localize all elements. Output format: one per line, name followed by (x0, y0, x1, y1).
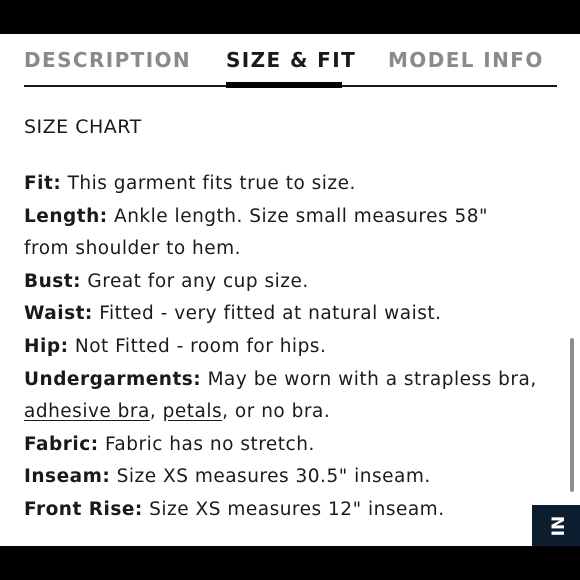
undergarments-row-continued: adhesive bra, petals, or no bra. (24, 396, 564, 429)
length-row-continued: from shoulder to hem. (24, 233, 564, 266)
active-tab-indicator (226, 82, 342, 88)
fit-text: This garment fits true to size. (61, 173, 356, 194)
length-row: Length: Ankle length. Size small measure… (24, 201, 564, 234)
fit-row: Fit: This garment fits true to size. (24, 168, 564, 201)
waist-text: Fitted - very fitted at natural waist. (92, 303, 442, 325)
tab-bar: DESCRIPTION SIZE & FIT MODEL INFO (24, 34, 557, 88)
bust-text: Great for any cup size. (81, 270, 309, 292)
tab-model-info[interactable]: MODEL INFO (388, 48, 544, 72)
inseam-row: Inseam: Size XS measures 30.5" inseam. (24, 461, 564, 494)
bust-row: Bust: Great for any cup size. (24, 266, 564, 299)
corner-badge-text: NI (546, 515, 566, 537)
tab-size-and-fit[interactable]: SIZE & FIT (226, 48, 356, 72)
undergarments-label: Undergarments: (24, 368, 202, 390)
undergarments-row: Undergarments: May be worn with a strapl… (24, 364, 564, 397)
petals-link[interactable]: petals (163, 401, 223, 422)
undergarments-text-continued: , or no bra. (222, 401, 331, 423)
bust-label: Bust: (24, 270, 82, 292)
top-bar (0, 0, 580, 34)
corner-badge-button[interactable]: NI (532, 505, 580, 547)
size-chart-link[interactable]: SIZE CHART (24, 116, 142, 138)
undergarments-separator: , (149, 401, 163, 423)
hip-label: Hip: (24, 335, 69, 357)
inseam-label: Inseam: (24, 466, 111, 488)
bottom-bar (0, 546, 580, 580)
fabric-label: Fabric: (24, 433, 99, 455)
length-text: Ankle length. Size small measures 58" (107, 205, 489, 227)
length-label: Length: (24, 205, 108, 227)
front-rise-label: Front Rise: (24, 498, 143, 520)
tab-description[interactable]: DESCRIPTION (24, 48, 191, 72)
front-rise-row: Front Rise: Size XS measures 12" inseam. (24, 494, 564, 527)
adhesive-bra-link[interactable]: adhesive bra (24, 401, 150, 422)
fabric-text: Fabric has no stretch. (98, 433, 315, 455)
hip-text: Not Fitted - room for hips. (68, 335, 327, 357)
hip-row: Hip: Not Fitted - room for hips. (24, 331, 564, 364)
front-rise-text: Size XS measures 12" inseam. (142, 498, 445, 520)
waist-row: Waist: Fitted - very fitted at natural w… (24, 298, 564, 331)
waist-label: Waist: (24, 303, 93, 325)
fabric-row: Fabric: Fabric has no stretch. (24, 429, 564, 462)
fit-label: Fit: (24, 173, 62, 194)
scrollbar-thumb[interactable] (570, 338, 574, 492)
size-fit-details: Fit: This garment fits true to size. Len… (24, 168, 564, 527)
inseam-text: Size XS measures 30.5" inseam. (110, 466, 431, 488)
undergarments-text: May be worn with a strapless bra, (201, 368, 537, 390)
length-text-continued: from shoulder to hem. (24, 238, 242, 260)
